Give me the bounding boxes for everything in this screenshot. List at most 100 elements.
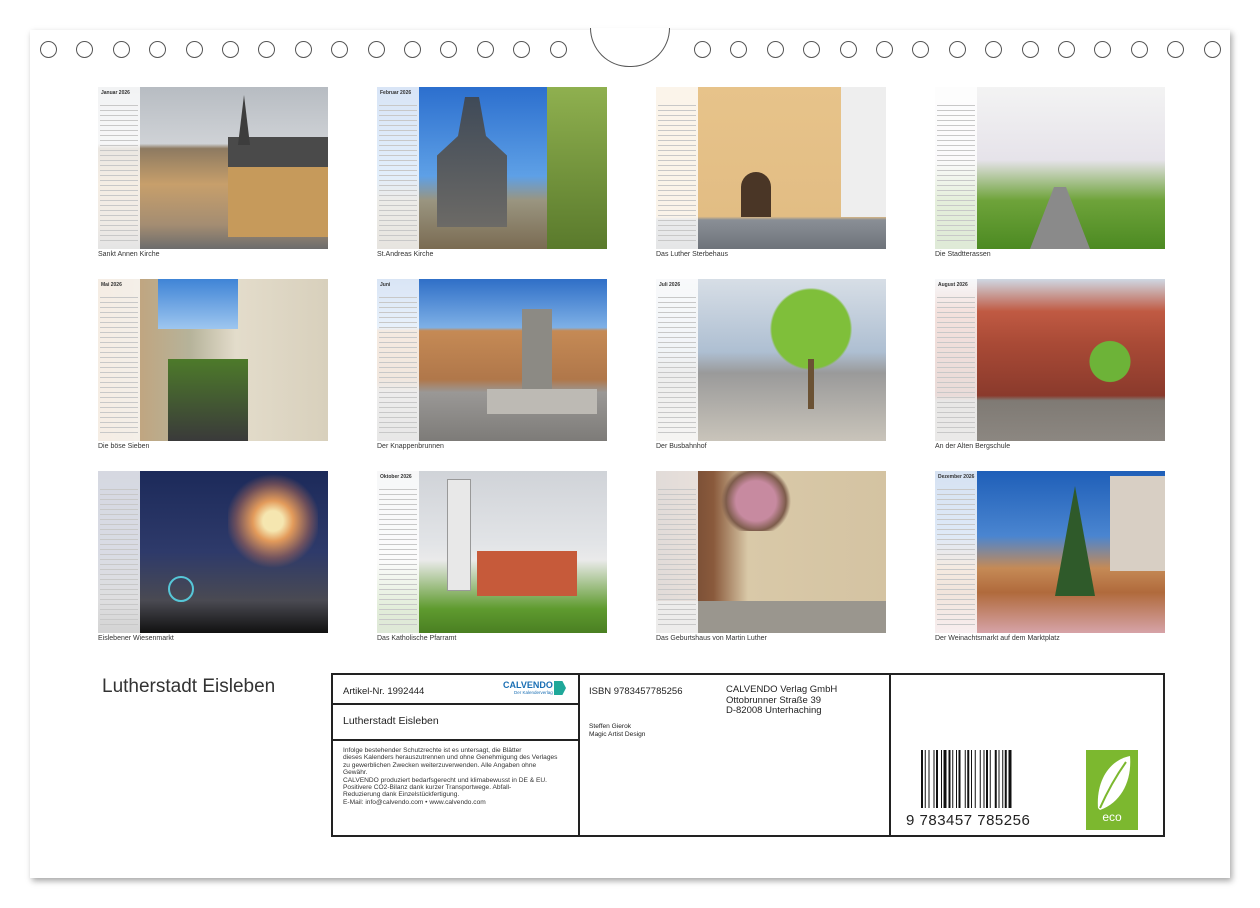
photo-caption: Die böse Sieben bbox=[98, 443, 150, 450]
photo-tile: August 2026 bbox=[935, 279, 1165, 441]
binding-hole bbox=[40, 41, 57, 58]
month-label: Oktober 2026 bbox=[380, 474, 412, 480]
church-roof-photo bbox=[477, 551, 577, 596]
imprint-box: Artikel-Nr. 1992444 CALVENDO Der Kalende… bbox=[331, 673, 1165, 837]
photo-caption: Der Busbahnhof bbox=[656, 443, 707, 450]
barcode-bar bbox=[956, 750, 957, 808]
photo-tile bbox=[656, 87, 886, 249]
creek-photo bbox=[168, 359, 248, 441]
binding-hole bbox=[440, 41, 458, 58]
photo-tile: Juni bbox=[377, 279, 607, 441]
photo-tile: Mai 2026 bbox=[98, 279, 328, 441]
photo-tile bbox=[656, 471, 886, 633]
barcode-number: 9 783457 785256 bbox=[906, 812, 1031, 829]
barcode-bar bbox=[1004, 750, 1007, 808]
photo-caption: Eislebener Wiesenmarkt bbox=[98, 635, 174, 642]
barcode-bar bbox=[967, 750, 970, 808]
binding-hole bbox=[730, 41, 748, 58]
barcode-bar bbox=[943, 750, 947, 808]
fireworks-photo bbox=[228, 471, 318, 571]
binding-hole bbox=[766, 41, 784, 58]
calendar-strip bbox=[656, 471, 698, 633]
binding-hole bbox=[294, 41, 312, 58]
photo-tile: Juli 2026 bbox=[656, 279, 886, 441]
fountain-basin-photo bbox=[487, 389, 597, 414]
ferris-wheel-photo bbox=[168, 576, 194, 602]
calendar-strip: Januar 2026 bbox=[98, 87, 140, 249]
barcode-bar bbox=[971, 750, 972, 808]
month-label: Januar 2026 bbox=[101, 90, 130, 96]
barcode-bar bbox=[924, 750, 926, 808]
binding-hole bbox=[331, 41, 349, 58]
binding-hole bbox=[1167, 41, 1185, 58]
house-photo bbox=[1110, 476, 1165, 571]
tower-photo bbox=[238, 95, 250, 145]
church-tower-photo bbox=[447, 479, 471, 591]
month-label: Juni bbox=[380, 282, 391, 288]
author-credit: Steffen Gierok Magic Artist Design bbox=[589, 723, 646, 738]
binding-hole bbox=[149, 41, 167, 58]
binding-hole bbox=[112, 41, 130, 58]
binding-hole bbox=[876, 41, 893, 58]
white-building-photo bbox=[841, 87, 886, 217]
barcode-bar bbox=[1008, 750, 1012, 808]
blossom-tree-photo bbox=[716, 471, 796, 531]
publisher-address: CALVENDO Verlag GmbH Ottobrunner Straße … bbox=[726, 684, 838, 716]
door-photo bbox=[741, 172, 771, 217]
hanger-cutout bbox=[590, 28, 670, 67]
binding-hole bbox=[1058, 41, 1075, 58]
binding-hole bbox=[513, 41, 531, 58]
sky-photo bbox=[158, 279, 238, 329]
calendar-title: Lutherstadt Eisleben bbox=[102, 676, 276, 697]
binding-hole bbox=[1130, 41, 1148, 58]
binding-hole bbox=[476, 41, 494, 58]
month-label: Mai 2026 bbox=[101, 282, 122, 288]
calendar-strip: August 2026 bbox=[935, 279, 977, 441]
isbn: ISBN 9783457785256 bbox=[589, 686, 683, 697]
christmas-tree-photo bbox=[1055, 486, 1095, 596]
month-label: August 2026 bbox=[938, 282, 968, 288]
barcode-bar bbox=[941, 750, 942, 808]
barcode-bar bbox=[1002, 750, 1004, 808]
eco-label: eco bbox=[1102, 810, 1122, 824]
binding-hole bbox=[404, 41, 421, 58]
binding-hole bbox=[258, 41, 276, 58]
photo-caption: St.Andreas Kirche bbox=[377, 251, 434, 258]
trunk-photo bbox=[808, 359, 814, 409]
binding-hole bbox=[1203, 41, 1221, 58]
month-label: Februar 2026 bbox=[380, 90, 412, 96]
barcode-bar bbox=[936, 750, 938, 808]
photo-caption: Das Katholische Pfarramt bbox=[377, 635, 457, 642]
photo-tile bbox=[935, 87, 1165, 249]
tree-photo bbox=[547, 87, 607, 249]
binding-hole bbox=[549, 41, 567, 58]
barcode-bar bbox=[928, 750, 930, 808]
eco-badge: eco bbox=[1086, 750, 1138, 830]
legal-notice: Infolge bestehender Schutzrechte ist es … bbox=[343, 747, 558, 806]
barcode-bar bbox=[994, 750, 997, 808]
binding-hole bbox=[948, 41, 966, 58]
photo-caption: Das Geburtshaus von Martin Luther bbox=[656, 635, 767, 642]
barcode-bar bbox=[952, 750, 954, 808]
barcode-bar bbox=[958, 750, 961, 808]
barcode-bar bbox=[948, 750, 951, 808]
month-label: Dezember 2026 bbox=[938, 474, 975, 480]
photo-caption: Die Stadtterassen bbox=[935, 251, 991, 258]
church-photo bbox=[228, 137, 328, 237]
binding-hole bbox=[367, 41, 385, 58]
calendar-strip bbox=[935, 87, 977, 249]
binding-hole bbox=[803, 41, 821, 58]
binding-hole bbox=[222, 41, 239, 58]
binding-hole bbox=[912, 41, 930, 58]
binding-hole bbox=[1094, 41, 1112, 58]
barcode-bar bbox=[974, 750, 976, 808]
binding-hole bbox=[76, 41, 94, 58]
calendar-strip bbox=[98, 471, 140, 633]
fountain-column-photo bbox=[522, 309, 552, 394]
photo-tile: Januar 2026 bbox=[98, 87, 328, 249]
article-number: Artikel-Nr. 1992444 bbox=[343, 686, 425, 697]
photo-tile: Oktober 2026 bbox=[377, 471, 607, 633]
barcode-bar bbox=[933, 750, 935, 808]
month-label: Juli 2026 bbox=[659, 282, 681, 288]
calendar-strip: Juni bbox=[377, 279, 419, 441]
